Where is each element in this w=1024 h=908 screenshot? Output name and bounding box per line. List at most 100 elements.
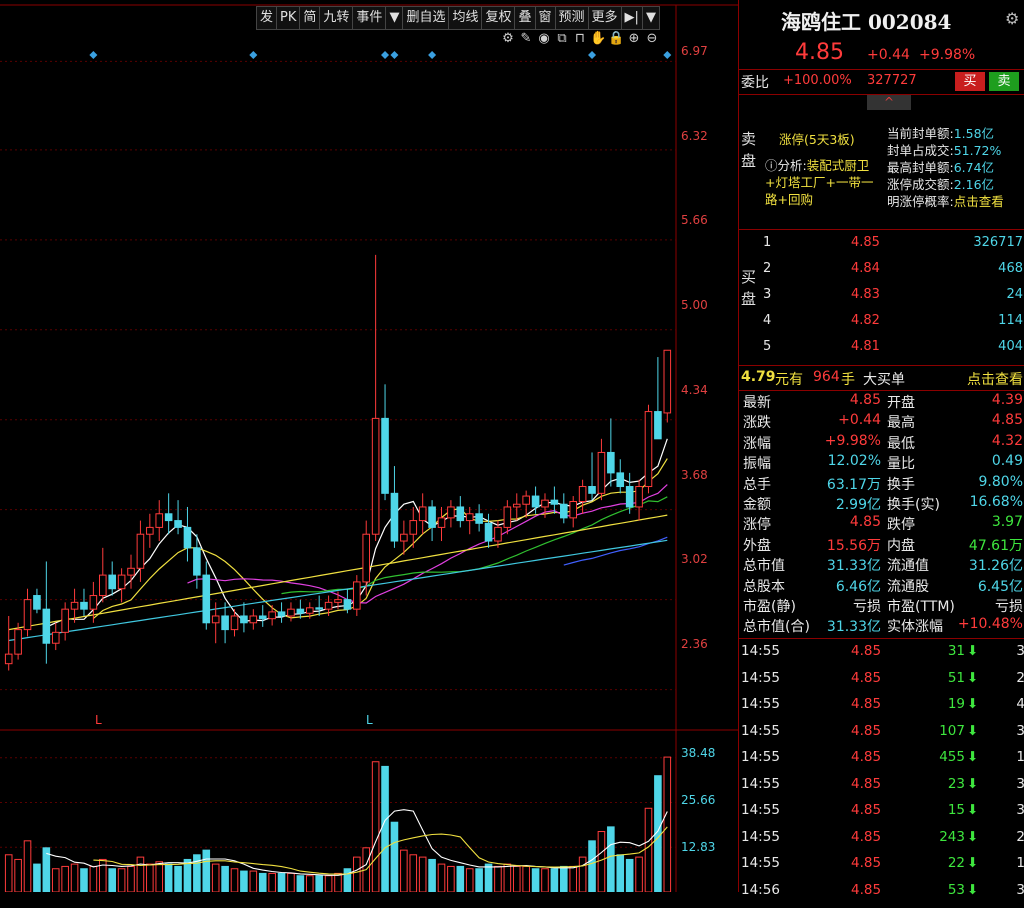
event-diamond-icon[interactable] xyxy=(428,51,437,59)
event-diamond-icon[interactable] xyxy=(381,51,390,59)
quote-label: 开盘 xyxy=(887,395,915,411)
up-candle xyxy=(268,611,276,620)
down-candle xyxy=(193,547,201,576)
price-axis-label: 2.36 xyxy=(681,637,708,651)
big-order-link[interactable]: 点击查看 xyxy=(967,369,1023,389)
quote-label: 换手 xyxy=(887,476,915,493)
down-candle xyxy=(550,499,559,505)
down-volume-bar xyxy=(164,863,173,892)
eye-icon[interactable]: ◉ xyxy=(536,31,552,47)
event-diamond-icon[interactable] xyxy=(663,51,672,59)
quote-label: 实体涨幅 xyxy=(887,619,943,636)
trade-time: 14:55 xyxy=(741,696,780,712)
toolbar-button[interactable]: 简 xyxy=(300,7,321,29)
analysis-text[interactable]: ⓘ分析:装配式厨卫+灯塔工厂+一带一路+回购 xyxy=(765,157,877,208)
collapse-toggle[interactable]: ^ xyxy=(867,95,911,110)
big-order-row[interactable]: 4.79 元有 964 手 大买单 点击查看 xyxy=(739,367,1024,389)
limit-stat-row: 当前封单额:1.58亿 xyxy=(887,125,1024,142)
kline-chart[interactable] xyxy=(0,0,738,892)
quote-value: 9.80% xyxy=(978,473,1023,490)
up-volume-bar xyxy=(230,868,239,892)
up-volume-bar xyxy=(89,865,98,892)
toolbar-button[interactable]: 发 xyxy=(257,7,278,29)
last-price: 4.85 xyxy=(795,40,844,65)
trade-volume: 107 xyxy=(939,722,965,739)
up-volume-bar xyxy=(4,854,13,892)
bid-row[interactable]: 4 4.82 114 xyxy=(763,313,1024,335)
up-volume-bar xyxy=(371,761,380,892)
down-volume-bar xyxy=(108,868,116,892)
weibi-pct: +100.00% xyxy=(783,73,852,88)
limit-stat-label: 最高封单额: xyxy=(887,160,954,175)
gear-icon[interactable]: ⚙ xyxy=(1005,9,1019,28)
analysis-prefix: 分析: xyxy=(777,158,807,173)
quote-value: 2.99亿 xyxy=(835,497,881,513)
quote-value: 31.33亿 xyxy=(826,558,881,575)
hand-icon[interactable]: ✋ xyxy=(590,31,606,47)
zoom-out-icon[interactable]: ⊖ xyxy=(644,31,660,47)
trade-price: 4.85 xyxy=(851,696,882,712)
limit-stat-value[interactable]: 点击查看 xyxy=(954,194,1004,209)
kline-chart-area[interactable]: 发 PK 简九转 事件 ▼ 删自选 均线 复权叠窗预测 更多 ▶| ▼ ⚙ ✎ ◉ ⧉ ⊓ ✋ 🔒 ⊕ ⊖ 6.97… xyxy=(0,0,738,892)
toolbar-button[interactable]: 均线 xyxy=(449,7,483,29)
lock-icon[interactable]: 🔒 xyxy=(608,31,624,47)
trade-row: 14:55 4.85 31 ⬇ 3 xyxy=(739,643,1024,669)
toolbar-button[interactable]: 窗 xyxy=(535,7,556,29)
toolbar-button[interactable]: 九转 xyxy=(320,7,354,29)
toolbar-button[interactable]: 事件 xyxy=(353,7,387,29)
divider xyxy=(739,229,1024,230)
toolbar-button[interactable]: ▶| xyxy=(621,7,643,29)
limit-stat-value: 51.72% xyxy=(953,143,1002,158)
arrow-down-icon: ⬇ xyxy=(967,828,979,845)
toolbar-button[interactable]: ▼ xyxy=(642,7,659,29)
bid-price: 4.81 xyxy=(851,339,880,354)
up-volume-bar xyxy=(437,863,446,892)
toolbar-button[interactable]: ▼ xyxy=(386,7,404,29)
ma250-line xyxy=(8,539,668,642)
bid-row[interactable]: 5 4.81 404 xyxy=(763,339,1024,361)
arrow-down-icon: ⬇ xyxy=(967,669,979,686)
lock-open-icon[interactable]: ⊓ xyxy=(572,31,588,47)
pen-icon[interactable]: ✎ xyxy=(518,31,534,47)
quote-panel: 海鸥住工 002084 ⚙ 4.85 +0.44 +9.98% 委比 +100.… xyxy=(738,0,1024,898)
settings-icon[interactable]: ⚙ xyxy=(500,31,516,47)
up-volume-bar xyxy=(305,875,314,892)
down-candle xyxy=(616,472,625,488)
toolbar-button[interactable]: 叠 xyxy=(515,7,536,29)
down-volume-bar xyxy=(456,865,465,892)
quote-label: 涨跌 xyxy=(743,415,771,432)
trade-count: 1 xyxy=(1016,749,1024,765)
down-candle xyxy=(588,486,596,494)
event-diamond-icon[interactable] xyxy=(588,51,597,59)
sell-side-label: 卖盘 xyxy=(741,130,757,170)
arrow-down-icon: ⬇ xyxy=(967,881,979,898)
bid-row[interactable]: 3 4.83 24 xyxy=(763,287,1024,309)
bid-row[interactable]: 2 4.84 468 xyxy=(763,261,1024,283)
zoom-in-icon[interactable]: ⊕ xyxy=(626,31,642,47)
sell-button[interactable]: 卖 xyxy=(989,72,1019,91)
stock-title: 海鸥住工 002084 xyxy=(781,10,952,34)
ma180-line xyxy=(8,514,668,631)
quote-value: 15.56万 xyxy=(826,537,881,554)
toolbar-button[interactable]: 预测 xyxy=(555,7,589,29)
trade-count: 3 xyxy=(1016,643,1024,659)
trade-time: 14:55 xyxy=(741,722,780,739)
trade-row: 14:55 4.85 107 ⬇ 3 xyxy=(739,723,1024,749)
quote-label: 金额 xyxy=(743,497,771,513)
event-diamond-icon[interactable] xyxy=(390,51,399,59)
box-icon[interactable]: ⧉ xyxy=(554,31,570,47)
up-volume-bar xyxy=(155,861,164,892)
toolbar-button[interactable]: 删自选 xyxy=(403,7,450,29)
trade-volume: 22 xyxy=(947,855,965,871)
event-markers[interactable] xyxy=(89,51,738,59)
event-diamond-icon[interactable] xyxy=(249,51,258,59)
event-diamond-icon[interactable] xyxy=(89,51,98,59)
up-candle xyxy=(522,495,530,505)
up-volume-bar xyxy=(400,849,408,892)
bid-row[interactable]: 1 4.85 326717 xyxy=(763,235,1024,257)
toolbar-button[interactable]: 复权 xyxy=(482,7,516,29)
down-volume-bar xyxy=(390,821,399,892)
toolbar-button[interactable]: PK xyxy=(277,7,301,29)
toolbar-button[interactable]: 更多 xyxy=(588,7,622,29)
buy-button[interactable]: 买 xyxy=(955,72,985,91)
